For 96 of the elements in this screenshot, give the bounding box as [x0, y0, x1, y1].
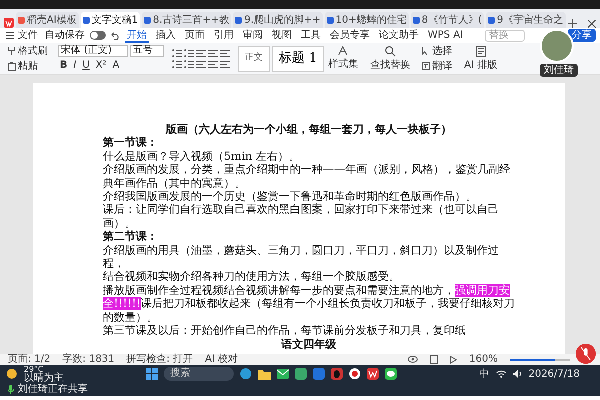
document-heading: 语文四年级 [280, 338, 338, 351]
spell-check-button[interactable]: 拼写检查: 打开 [126, 354, 194, 365]
document-heading: 版画（六人左右为一个小组，每组一套刀，每人一块板子） [164, 123, 453, 136]
weather-icon [6, 368, 18, 380]
page-count: 页面: 1/2 [8, 354, 51, 365]
browser-icon[interactable] [240, 368, 252, 380]
document-tab[interactable]: 文字文稿1 [80, 12, 140, 28]
document-tab[interactable]: 9.爬山虎的脚++ [233, 12, 323, 28]
folder-icon[interactable] [258, 368, 272, 380]
sharing-status: 刘佳琦正在共享 [18, 384, 88, 396]
style-preset[interactable]: 正文 [238, 46, 270, 72]
style-set-button[interactable]: 样式集 [326, 46, 360, 72]
windows-logo-icon[interactable] [146, 368, 158, 380]
share-button[interactable]: 分享 [568, 29, 596, 42]
ribbon-tab[interactable]: 论文助手 [377, 28, 421, 43]
plus-icon[interactable] [568, 19, 577, 28]
section-heading: 第一节课： [103, 136, 159, 150]
app-tile-icon[interactable] [313, 368, 326, 380]
word-count: 字数: 1831 [62, 354, 115, 365]
autosave-toggle[interactable] [90, 31, 106, 40]
format-button[interactable]: X² [94, 59, 109, 72]
paragraph: 介绍版画的发展，分类，重点介绍期中的一种——年画（派别，风格），鉴赏几副经典年画作品（其中的寓意）。 [103, 163, 512, 190]
document-icon [476, 46, 486, 56]
paragraph: 结合视频和实物介绍各种刀的使用方法，每组一个胶版感受。 [103, 270, 401, 284]
target-icon[interactable] [349, 368, 362, 380]
search-icon [384, 46, 396, 56]
ribbon-tab[interactable]: 引用 [212, 28, 236, 43]
wps-logo-icon[interactable] [367, 368, 380, 380]
document-tab[interactable]: 稻壳AI模板 [16, 12, 79, 28]
autosave-label: 自动保存 [45, 29, 85, 43]
close-icon[interactable] [588, 20, 596, 28]
play-icon[interactable] [450, 356, 458, 364]
find-replace-button[interactable]: 查找替换 [368, 46, 412, 72]
list-icon[interactable] [172, 60, 182, 68]
format-button[interactable]: B [58, 59, 70, 72]
format-painter-button[interactable]: 格式刷 [6, 44, 50, 58]
menu-icon [6, 32, 14, 39]
document-tab[interactable]: 10+蟋蟀的住宅 [324, 12, 409, 28]
translate-button[interactable]: 翻译 [420, 60, 454, 72]
document-tab[interactable]: 8.古诗三首++教 [142, 12, 232, 28]
date-text: 2026/7/18 [528, 368, 580, 382]
align-icon[interactable] [196, 48, 206, 58]
paragraph: 第三节课及以后：开始创作自己的作品，每节课前分发板子和刀具，复印纸 [103, 324, 467, 338]
text-style-icon [338, 46, 348, 56]
weather-text: 以晴为主 [24, 374, 64, 383]
ribbon-tab[interactable]: WPS AI [426, 28, 466, 43]
clipboard-icon [8, 62, 16, 70]
temperature: 29°C [24, 365, 44, 374]
font-field[interactable]: 宋体 (正文) [58, 45, 128, 57]
paragraph: 课后：让同学们自行选取自己喜欢的黑白图案，回家打印下来带过来（也可以自己画）。 [103, 203, 500, 230]
ribbon-tab[interactable]: 视图 [270, 28, 294, 43]
brush-icon [8, 47, 16, 55]
list-icon[interactable] [172, 48, 182, 58]
mail-icon[interactable] [277, 369, 290, 379]
ribbon-tab[interactable]: 工具 [299, 28, 323, 43]
paragraph: 什么是版画？导入视频（5min 左右）。 [103, 150, 302, 164]
presenter-name: 刘佳琦 [540, 64, 578, 77]
select-button[interactable]: 选择 [420, 44, 454, 58]
volume-icon[interactable] [512, 370, 523, 378]
eye-icon[interactable] [408, 356, 418, 363]
font-size-field[interactable]: 五号 [130, 45, 164, 57]
list-icon[interactable] [184, 60, 194, 68]
list-icon[interactable] [184, 48, 194, 58]
input-method-indicator[interactable]: 中 [480, 366, 490, 382]
undo-icon[interactable] [111, 32, 120, 40]
ribbon-tab[interactable]: 插入 [154, 28, 178, 43]
align-icon[interactable] [220, 48, 230, 58]
paragraph: 介绍我国版画发展的一个历史（鉴赏一下鲁迅和革命时期的红色版画作品）。 [103, 190, 478, 204]
page-view-icon[interactable] [430, 355, 438, 364]
document-tab[interactable]: 9《宇宙生命之 [486, 12, 566, 28]
document-tab[interactable]: 8《竹节人》( [410, 12, 484, 28]
format-button[interactable]: A [110, 59, 122, 72]
ribbon-tab[interactable]: 页面 [183, 28, 207, 43]
ribbon-tab[interactable]: 审阅 [241, 28, 265, 43]
align-icon[interactable] [208, 48, 218, 58]
file-menu[interactable]: 文件 [4, 28, 40, 43]
style-preset[interactable]: 标题 1 [272, 46, 324, 72]
ai-layout-button[interactable]: AI 排版 [462, 46, 500, 72]
microphone-icon [8, 385, 14, 394]
format-button[interactable]: I [72, 59, 79, 72]
section-heading: 第二节课： [103, 230, 159, 244]
translate-icon [422, 62, 430, 70]
chat-icon[interactable] [385, 368, 398, 380]
paragraph: 播放版画制作全过程视频结合视频讲解每一步的要点和需要注意的地方，强调用刀安全!!!!!!课后把刀和板都收起来（每组有一个小组长负责收刀和板子，我要仔细核对刀的数量）。 [103, 284, 515, 324]
format-button[interactable]: U [80, 59, 92, 72]
zoom-level: 160% [469, 354, 498, 365]
paste-button[interactable]: 粘贴 [6, 60, 50, 72]
taskbar-search-field[interactable]: 搜索 [164, 367, 234, 381]
ribbon-tab[interactable]: 会员专享 [328, 28, 372, 43]
app-tile-icon[interactable] [295, 368, 308, 380]
paragraph: 介绍版画的用具（油墨，蘑菇头、三角刀，圆口刀，平口刀，斜口刀）以及制作过程， [103, 244, 500, 270]
align-icon[interactable] [220, 60, 230, 68]
wifi-icon[interactable] [496, 370, 507, 378]
ai-proofread-button[interactable]: AI 校对 [205, 354, 238, 365]
align-icon[interactable] [208, 60, 218, 68]
align-icon[interactable] [196, 60, 206, 68]
